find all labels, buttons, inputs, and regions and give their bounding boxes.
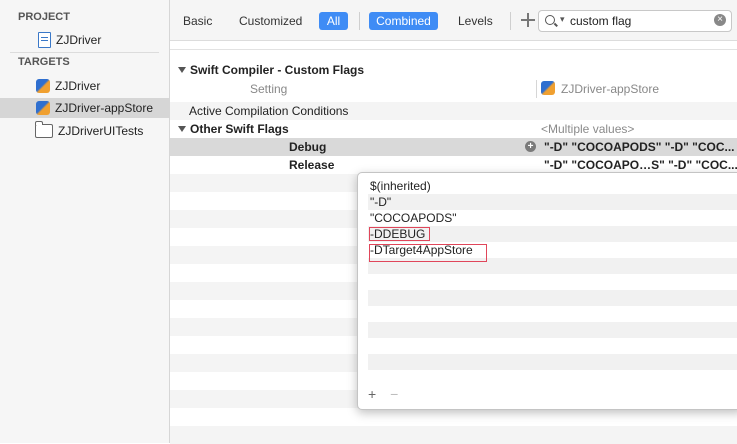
app-target-icon <box>36 101 50 115</box>
project-file-icon <box>38 32 51 48</box>
target-item-zjdriveruitests[interactable]: ZJDriverUITests <box>0 121 169 141</box>
section-title: Swift Compiler - Custom Flags <box>190 63 365 77</box>
flags-editor-popover: $(inherited) "-D" "COCOAPODS" -DDEBUG -D… <box>357 172 737 410</box>
test-target-icon <box>35 121 53 138</box>
tab-customized[interactable]: Customized <box>239 12 302 30</box>
annotation-highlight-box <box>369 244 487 262</box>
target-item-label: ZJDriver <box>55 79 101 93</box>
config-label: Debug <box>289 140 327 154</box>
list-edit-controls: + − <box>368 386 408 402</box>
flags-list: $(inherited) "-D" "COCOAPODS" -DDEBUG -D… <box>368 178 737 370</box>
empty-row <box>368 354 737 370</box>
empty-row <box>368 322 737 338</box>
targets-header: TARGETS <box>18 56 70 68</box>
setting-name: Active Compilation Conditions <box>189 104 349 118</box>
project-navigator: PROJECT ZJDriver TARGETS ZJDriver ZJDriv… <box>0 0 170 443</box>
tab-combined[interactable]: Combined <box>369 12 438 30</box>
empty-row <box>368 306 737 322</box>
column-header-row: Setting ZJDriver-appStore <box>170 80 737 98</box>
list-item[interactable]: $(inherited) <box>368 178 737 194</box>
search-field[interactable]: ▾ × <box>538 10 732 32</box>
list-item[interactable]: "-D" <box>368 194 737 210</box>
add-setting-plus-icon[interactable] <box>521 13 535 27</box>
setting-row-active-compilation-conditions[interactable]: Active Compilation Conditions <box>170 102 737 120</box>
remove-entry-button[interactable]: − <box>390 386 398 402</box>
target-item-label: ZJDriver-appStore <box>55 101 154 115</box>
target-item-zjdriver[interactable]: ZJDriver <box>0 76 169 96</box>
search-icon[interactable] <box>545 15 555 25</box>
clear-icon[interactable]: × <box>714 14 726 26</box>
project-item-label: ZJDriver <box>56 33 102 47</box>
setting-row-other-swift-flags[interactable]: Other Swift Flags <Multiple values> <box>170 120 737 138</box>
add-entry-button[interactable]: + <box>368 386 376 402</box>
add-condition-icon[interactable]: + <box>525 141 536 152</box>
annotation-highlight-box <box>369 227 430 241</box>
empty-row <box>170 426 737 444</box>
disclosure-triangle-icon[interactable] <box>178 126 186 132</box>
tab-basic[interactable]: Basic <box>183 12 212 30</box>
setting-value[interactable]: "-D" "COCOAPODS" "-D" "COC... <box>544 140 735 154</box>
target-item-zjdriver-appstore[interactable]: ZJDriver-appStore <box>0 98 169 118</box>
app-target-icon <box>36 79 50 93</box>
column-separator <box>536 80 537 98</box>
empty-row <box>368 338 737 354</box>
nav-divider <box>10 52 159 53</box>
build-settings-filter-bar: Basic Customized All Combined Levels ▾ × <box>170 0 737 41</box>
empty-row <box>368 290 737 306</box>
setting-name: Other Swift Flags <box>190 122 289 136</box>
empty-row <box>368 274 737 290</box>
filter-separator <box>510 12 511 30</box>
empty-row <box>170 408 737 426</box>
chevron-down-icon[interactable]: ▾ <box>560 14 565 25</box>
app-target-icon <box>541 81 555 95</box>
tab-all[interactable]: All <box>319 12 348 30</box>
project-item-zjdriver[interactable]: ZJDriver <box>0 30 169 50</box>
target-column-header: ZJDriver-appStore <box>561 82 660 96</box>
setting-column-header: Setting <box>250 82 288 96</box>
project-header: PROJECT <box>18 11 70 23</box>
config-label: Release <box>289 158 335 172</box>
search-input[interactable] <box>568 12 712 30</box>
setting-value[interactable]: "-D" "COCOAPO…S" "-D" "COC... <box>544 158 737 172</box>
section-header-swift-custom-flags[interactable]: Swift Compiler - Custom Flags <box>170 61 737 79</box>
filter-separator <box>359 12 360 30</box>
setting-row-debug[interactable]: Debug + "-D" "COCOAPODS" "-D" "COC... <box>170 138 737 156</box>
multiple-values-text: <Multiple values> <box>541 122 635 136</box>
grid-divider <box>170 49 737 50</box>
target-item-label: ZJDriverUITests <box>58 124 144 138</box>
list-item[interactable]: "COCOAPODS" <box>368 210 737 226</box>
disclosure-triangle-icon[interactable] <box>178 67 186 73</box>
tab-levels[interactable]: Levels <box>458 12 493 30</box>
